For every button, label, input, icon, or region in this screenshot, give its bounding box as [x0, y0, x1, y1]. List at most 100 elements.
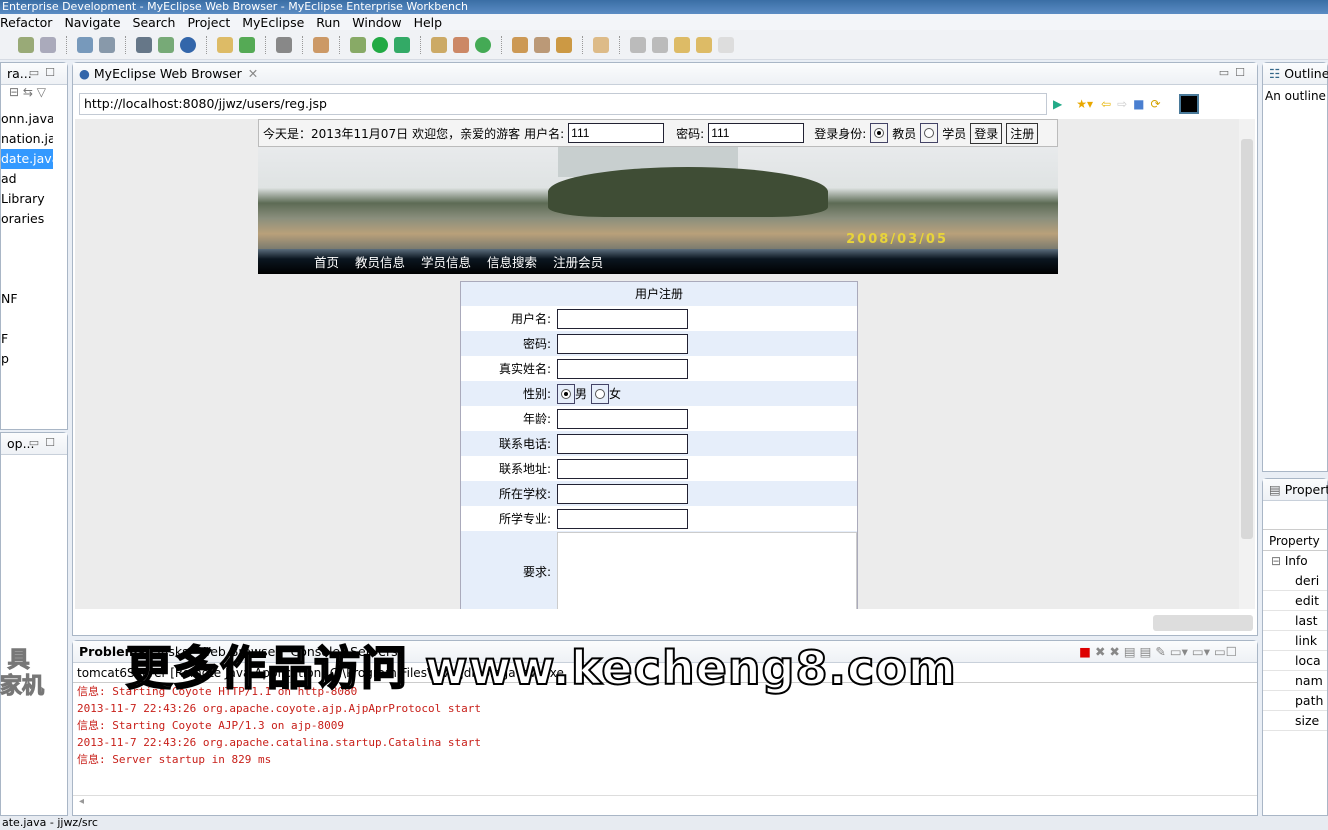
minimize-maximize-icon[interactable]: ▭☐ [1219, 66, 1251, 79]
nav-home[interactable]: 首页 [314, 252, 339, 271]
menu-refactor[interactable]: Refactor [0, 15, 60, 30]
role-student-radio[interactable] [920, 123, 939, 143]
register-button[interactable]: 注册 [1006, 122, 1039, 144]
tree-item[interactable]: ad [1, 169, 53, 189]
favorites-icon[interactable]: ★▾ [1076, 97, 1093, 111]
tree-item[interactable]: oraries [1, 209, 53, 229]
search-icon[interactable] [99, 36, 115, 53]
external-tools-icon[interactable] [394, 36, 410, 53]
back-icon[interactable]: ⇦ [1101, 97, 1111, 111]
debug-icon[interactable] [18, 36, 34, 53]
phone-input[interactable] [557, 433, 688, 454]
password-input[interactable] [557, 333, 688, 354]
camera-icon[interactable] [276, 36, 292, 53]
gender-male-radio[interactable] [557, 383, 575, 404]
login-password-input[interactable] [708, 123, 805, 143]
horizontal-scrollbar[interactable] [1153, 615, 1253, 631]
servlet-icon[interactable] [40, 36, 56, 53]
open-folder-icon[interactable] [217, 36, 233, 53]
property-row[interactable]: last [1263, 611, 1327, 631]
property-row[interactable]: path [1263, 691, 1327, 711]
tree-item[interactable]: onn.java [1, 109, 53, 129]
menu-myeclipse[interactable]: MyEclipse [242, 15, 312, 30]
minimize-maximize-icon[interactable]: ▭☐ [29, 66, 61, 79]
tree-item[interactable] [1, 269, 53, 289]
hammer-icon[interactable] [534, 36, 550, 53]
tree-item[interactable]: F [1, 329, 53, 349]
tree-item[interactable] [1, 309, 53, 329]
console-toolbar[interactable]: ■ ✖ ✖ ▤ ▤ ✎ ▭▾ ▭▾ ▭☐ [1079, 644, 1237, 659]
console-view-icon[interactable] [1178, 94, 1199, 114]
menu-help[interactable]: Help [414, 15, 451, 30]
major-input[interactable] [557, 508, 688, 529]
close-icon[interactable]: ✕ [248, 66, 258, 81]
server-icon[interactable] [158, 36, 174, 53]
school-input[interactable] [557, 483, 688, 504]
bean-icon[interactable] [313, 36, 329, 53]
folder-icon[interactable] [593, 36, 609, 53]
secondary-tab[interactable]: op... ▭☐ [1, 433, 67, 455]
new-wizard-icon[interactable] [77, 36, 93, 53]
nav-student-info[interactable]: 学员信息 [421, 252, 471, 271]
property-row[interactable]: edit [1263, 591, 1327, 611]
web-browser-tab[interactable]: ● MyEclipse Web Browser ✕ ▭☐ [73, 63, 1257, 85]
username-input[interactable] [557, 308, 688, 329]
address-input[interactable] [557, 458, 688, 479]
tree-item[interactable]: nation.java [1, 129, 53, 149]
tree-item[interactable] [1, 249, 53, 269]
tree-item[interactable]: date.java [1, 149, 53, 169]
run-icon[interactable] [372, 36, 388, 53]
next-annotation-icon[interactable] [630, 36, 646, 53]
deploy-icon[interactable] [136, 36, 152, 53]
age-input[interactable] [557, 408, 688, 429]
back-icon[interactable] [696, 36, 712, 53]
requirements-textarea[interactable] [557, 532, 857, 609]
package-explorer-tab[interactable]: ra... ▭☐ [1, 63, 67, 85]
tasks-icon[interactable] [556, 36, 572, 53]
new-package-icon[interactable] [431, 36, 447, 53]
property-row[interactable]: size [1263, 711, 1327, 731]
prev-annotation-icon[interactable] [652, 36, 668, 53]
add-icon[interactable] [239, 36, 255, 53]
forward-icon[interactable] [718, 36, 734, 53]
gender-female-radio[interactable] [591, 383, 610, 404]
menu-run[interactable]: Run [316, 15, 348, 30]
url-input[interactable]: http://localhost:8080/jjwz/users/reg.jsp [79, 93, 1047, 115]
property-row[interactable]: deri [1263, 571, 1327, 591]
info-group[interactable]: ⊟ Info [1263, 551, 1327, 571]
tree-item[interactable]: p [1, 349, 53, 369]
go-icon[interactable]: ▶ [1053, 97, 1062, 111]
menu-project[interactable]: Project [187, 15, 238, 30]
property-row[interactable]: loca [1263, 651, 1327, 671]
menu-window[interactable]: Window [352, 15, 409, 30]
menu-navigate[interactable]: Navigate [64, 15, 128, 30]
forward-icon[interactable]: ⇨ [1117, 97, 1127, 111]
real-name-input[interactable] [557, 358, 688, 379]
outline-tab[interactable]: ☷ Outline [1263, 63, 1328, 85]
tree-item[interactable] [1, 229, 53, 249]
nav-register[interactable]: 注册会员 [553, 252, 603, 271]
last-edit-icon[interactable] [674, 36, 690, 53]
role-teacher-radio[interactable] [870, 123, 889, 143]
vertical-scrollbar[interactable] [1239, 119, 1255, 609]
login-username-input[interactable] [568, 123, 665, 143]
login-button[interactable]: 登录 [970, 122, 1003, 144]
menu-search[interactable]: Search [133, 15, 184, 30]
new-class-icon[interactable] [453, 36, 469, 53]
open-type-icon[interactable] [512, 36, 528, 53]
minimize-maximize-icon[interactable]: ▭☐ [29, 436, 61, 449]
properties-tab[interactable]: ▤ Propert [1263, 479, 1328, 501]
new-c-icon[interactable] [475, 36, 491, 53]
nav-search[interactable]: 信息搜索 [487, 252, 537, 271]
bug-icon[interactable] [350, 36, 366, 53]
refresh-icon[interactable]: ⟳ [1150, 97, 1160, 111]
console-horizontal-scrollbar[interactable]: ◂ [73, 795, 1257, 811]
property-row[interactable]: nam [1263, 671, 1327, 691]
tree-item[interactable]: NF [1, 289, 53, 309]
tree-item[interactable]: Library [1, 189, 53, 209]
nav-teacher-info[interactable]: 教员信息 [355, 252, 405, 271]
property-row[interactable]: link [1263, 631, 1327, 651]
url-row: http://localhost:8080/jjwz/users/reg.jsp… [79, 91, 1249, 117]
stop-icon[interactable]: ■ [1133, 97, 1144, 111]
globe-icon[interactable] [180, 36, 196, 53]
